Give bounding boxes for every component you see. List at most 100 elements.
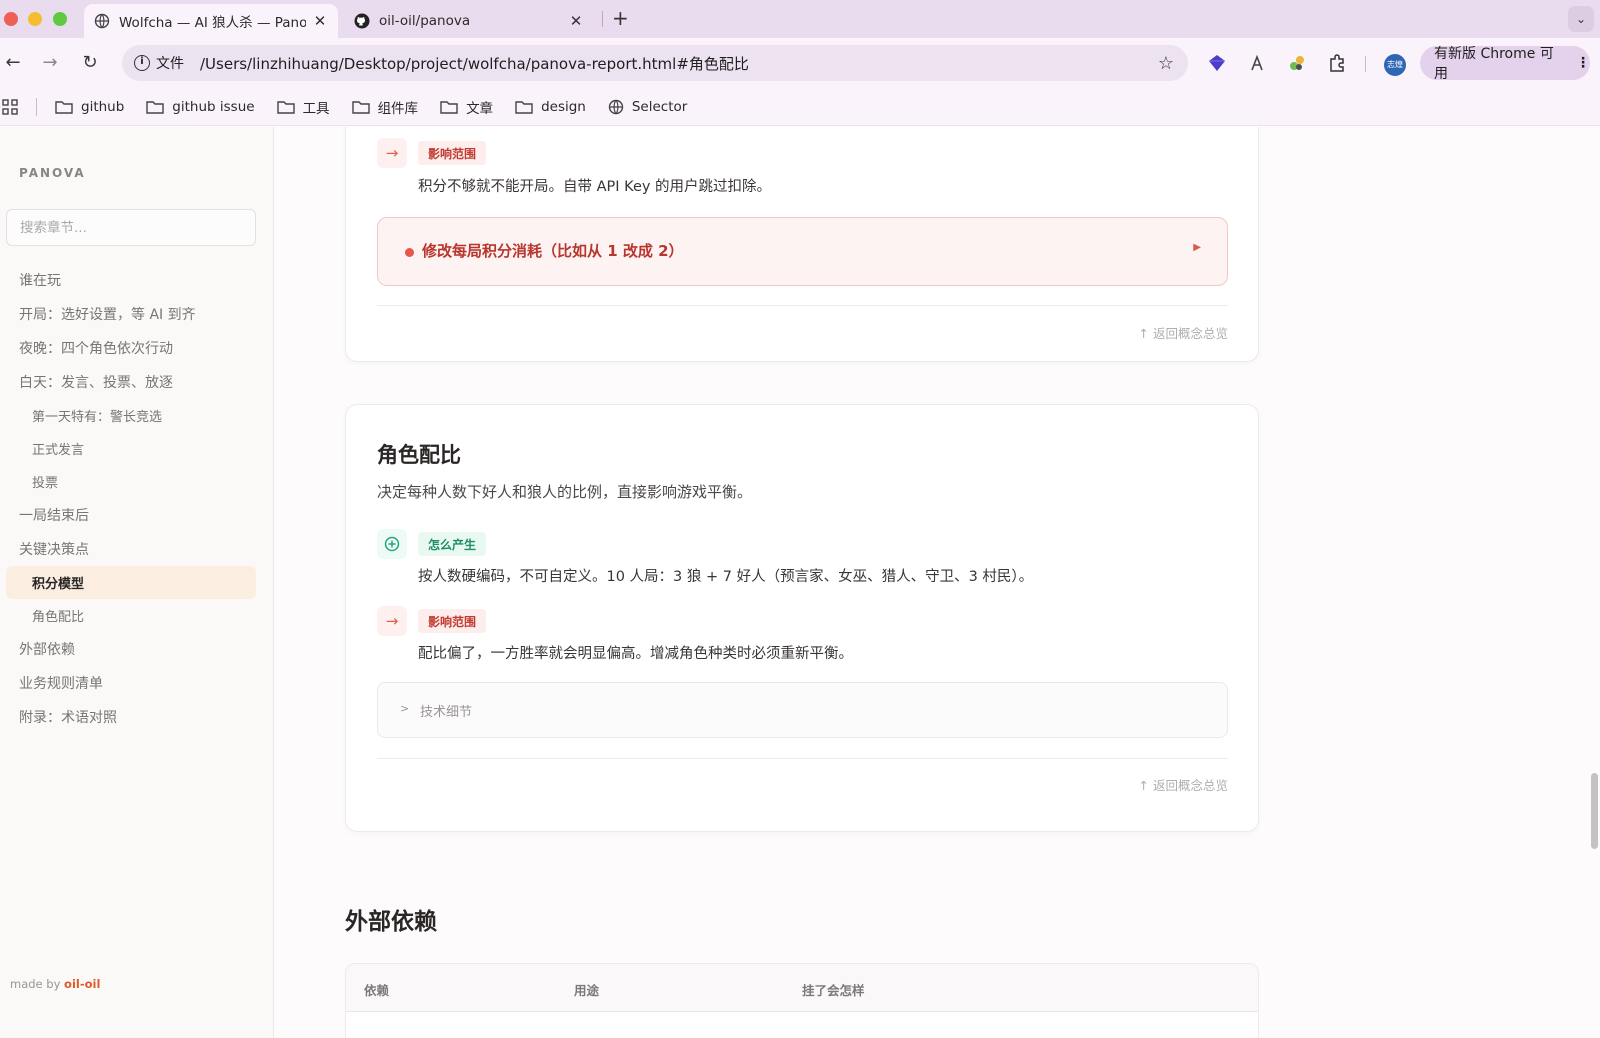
nav-item-night[interactable]: 夜晚：四个角色依次行动 xyxy=(6,331,256,365)
external-deps-table: 依赖 用途 挂了会怎样 xyxy=(345,963,1259,1038)
modify-points-expander[interactable]: 修改每局积分消耗（比如从 1 改成 2） ▶ xyxy=(377,217,1228,286)
folder-icon xyxy=(440,100,458,114)
made-by-prefix: made by xyxy=(10,977,65,991)
red-dot-icon xyxy=(405,248,414,257)
reload-icon[interactable]: ↻ xyxy=(80,53,100,73)
bookmark-articles[interactable]: 文章 xyxy=(440,97,493,117)
nav-item-who-plays[interactable]: 谁在玩 xyxy=(6,263,256,297)
arrow-right-icon: → xyxy=(377,138,407,168)
tab-wolfcha[interactable]: Wolfcha — AI 狼人杀 — Panova ✕ xyxy=(84,4,338,38)
back-to-overview-link[interactable]: ↑ 返回概念总览 xyxy=(1139,323,1228,342)
nav-item-role-ratio[interactable]: 角色配比 xyxy=(6,599,256,632)
new-tab-plus-icon[interactable]: + xyxy=(612,8,629,28)
arrow-right-icon: → xyxy=(377,606,407,636)
github-icon xyxy=(354,13,370,29)
table-header-row: 依赖 用途 挂了会怎样 xyxy=(346,964,1258,1012)
impact-tag: 影响范围 xyxy=(418,141,487,165)
tab-search-chevron-icon[interactable]: ⌄ xyxy=(1568,6,1594,32)
window-close-button[interactable] xyxy=(4,12,18,26)
nav-item-after-game[interactable]: 一局结束后 xyxy=(6,498,256,532)
browser-toolbar: ← → ↻ i 文件 /Users/linzhihuang/Desktop/pr… xyxy=(0,38,1600,88)
chapter-nav: 谁在玩 开局：选好设置，等 AI 到齐 夜晚：四个角色依次行动 白天：发言、投票… xyxy=(6,263,256,734)
impact-text: 积分不够就不能开局。自带 API Key 的用户跳过扣除。 xyxy=(418,179,772,195)
folder-icon xyxy=(55,100,73,114)
tech-details-label: 技术细节 xyxy=(420,705,473,720)
bookmark-label: 工具 xyxy=(302,100,330,117)
extensions-puzzle-icon[interactable] xyxy=(1326,52,1348,74)
bookmark-label: github xyxy=(81,98,125,115)
sidebar: PANOVA 谁在玩 开局：选好设置，等 AI 到齐 夜晚：四个角色依次行动 白… xyxy=(0,127,274,1038)
nav-item-vote[interactable]: 投票 xyxy=(6,465,256,498)
close-icon[interactable]: ✕ xyxy=(312,12,328,30)
bookmark-label: github issue xyxy=(172,98,255,115)
main-content: → 影响范围 积分不够就不能开局。自带 API Key 的用户跳过扣除。 修改每… xyxy=(275,127,1600,1038)
caret-right-icon: ▶ xyxy=(1193,242,1201,253)
nav-item-external-deps[interactable]: 外部依赖 xyxy=(6,632,256,666)
impact-text: 配比偏了，一方胜率就会明显偏高。增减角色种类时必须重新平衡。 xyxy=(418,646,853,662)
nav-item-points-model[interactable]: 积分模型 xyxy=(6,566,256,599)
bookmark-components[interactable]: 组件库 xyxy=(351,97,419,117)
chrome-update-button[interactable]: 有新版 Chrome 可用 ⋮ xyxy=(1420,46,1590,82)
bookmark-selector[interactable]: Selector xyxy=(608,99,687,115)
bookmarks-divider xyxy=(36,97,37,116)
bookmark-github-issue[interactable]: github issue xyxy=(146,98,255,115)
card-divider xyxy=(377,305,1228,306)
extension-gem-icon[interactable] xyxy=(1206,52,1228,74)
nav-item-glossary[interactable]: 附录：术语对照 xyxy=(6,700,256,734)
nav-item-opening[interactable]: 开局：选好设置，等 AI 到齐 xyxy=(6,297,256,331)
tech-details-expander[interactable]: > 技术细节 xyxy=(377,682,1228,738)
folder-icon xyxy=(515,100,533,114)
bookmark-label: design xyxy=(541,98,586,115)
card-description: 决定每种人数下好人和狼人的比例，直接影响游戏平衡。 xyxy=(377,483,753,501)
forward-arrow-icon[interactable]: → xyxy=(40,53,60,73)
made-by-credit: made by oil-oil xyxy=(10,977,100,991)
nav-item-formal-speech[interactable]: 正式发言 xyxy=(6,432,256,465)
nav-item-business-rules[interactable]: 业务规则清单 xyxy=(6,666,256,700)
back-arrow-icon[interactable]: ← xyxy=(3,53,23,73)
folder-icon xyxy=(146,100,164,114)
nav-item-day[interactable]: 白天：发言、投票、放逐 xyxy=(6,365,256,399)
points-model-card: → 影响范围 积分不够就不能开局。自带 API Key 的用户跳过扣除。 修改每… xyxy=(345,127,1259,362)
card-divider xyxy=(377,758,1228,759)
bookmark-label: 组件库 xyxy=(377,100,419,117)
bookmark-design[interactable]: design xyxy=(515,99,586,115)
toolbar-divider xyxy=(1365,56,1366,72)
site-info-chip[interactable]: i 文件 xyxy=(128,50,194,76)
bookmark-label: Selector xyxy=(631,98,688,115)
nav-item-sheriff-election[interactable]: 第一天特有：警长竞选 xyxy=(6,399,256,432)
window-zoom-button[interactable] xyxy=(53,12,67,26)
window-minimize-button[interactable] xyxy=(28,12,42,26)
bookmark-tools[interactable]: 工具 xyxy=(276,97,330,117)
site-info-label: 文件 xyxy=(156,56,184,72)
tab-title: oil-oil/panova xyxy=(379,13,471,29)
origin-text: 按人数硬编码，不可自定义。10 人局：3 狼 + 7 好人（预言家、女巫、猎人、… xyxy=(418,569,1034,585)
plus-circle-icon xyxy=(377,529,407,559)
bookmark-star-icon[interactable]: ☆ xyxy=(1158,53,1174,74)
globe-icon xyxy=(94,13,110,29)
info-icon: i xyxy=(134,55,150,71)
page-scrollbar-thumb[interactable] xyxy=(1591,773,1598,849)
card-title: 角色配比 xyxy=(377,443,461,467)
bookmark-github[interactable]: github xyxy=(55,99,124,115)
nav-item-key-decisions[interactable]: 关键决策点 xyxy=(6,532,256,566)
apps-grid-icon[interactable] xyxy=(2,98,18,115)
back-to-overview-link[interactable]: ↑ 返回概念总览 xyxy=(1139,775,1228,794)
url-text[interactable]: /Users/linzhihuang/Desktop/project/wolfc… xyxy=(200,53,749,74)
tab-bar: Wolfcha — AI 狼人杀 — Panova ✕ oil-oil/pano… xyxy=(0,0,1600,38)
update-label: 有新版 Chrome 可用 xyxy=(1434,46,1554,82)
close-icon[interactable]: ✕ xyxy=(568,12,584,30)
folder-icon xyxy=(351,100,370,114)
role-ratio-card: 角色配比 决定每种人数下好人和狼人的比例，直接影响游戏平衡。 怎么产生 按人数硬… xyxy=(345,404,1259,832)
profile-avatar[interactable]: 志煌 xyxy=(1384,54,1406,76)
globe-icon xyxy=(608,99,624,114)
tab-title: Wolfcha — AI 狼人杀 — Panova xyxy=(119,15,306,31)
bookmarks-bar: github github issue 工具 组件库 文章 design Sel… xyxy=(0,88,1600,126)
extension-puzzle-color-icon[interactable] xyxy=(1286,52,1308,74)
address-bar[interactable]: i 文件 /Users/linzhihuang/Desktop/project/… xyxy=(122,45,1188,81)
chevron-right-icon: > xyxy=(400,702,410,715)
tab-separator xyxy=(602,11,603,27)
extension-font-icon[interactable] xyxy=(1246,52,1268,74)
made-by-link[interactable]: oil-oil xyxy=(64,977,100,991)
chapter-search-input[interactable] xyxy=(6,209,256,246)
tab-github-panova[interactable]: oil-oil/panova ✕ xyxy=(344,4,594,38)
